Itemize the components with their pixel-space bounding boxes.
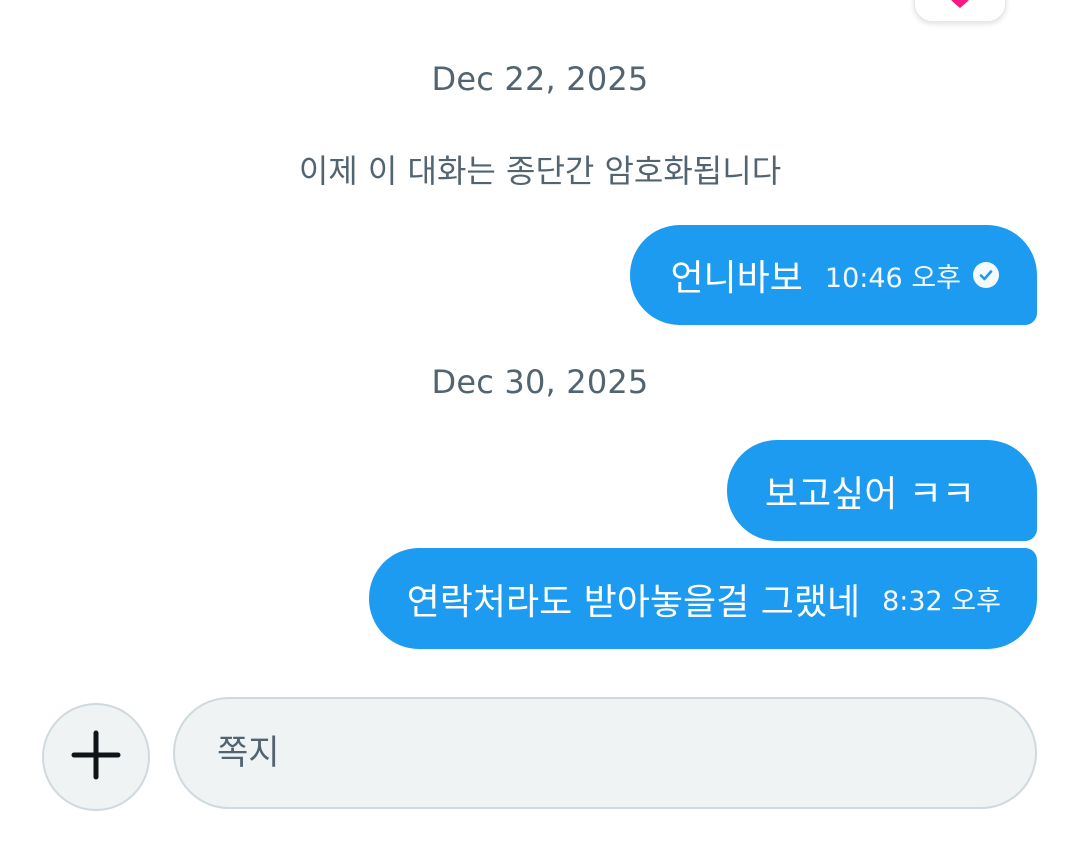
message-bubble[interactable]: 언니바보 10:46 오후: [630, 225, 1037, 325]
reaction-chip[interactable]: [914, 0, 1006, 22]
encryption-notice: 이제 이 대화는 종단간 암호화됩니다: [298, 152, 782, 190]
message-meta: 10:46 오후: [825, 256, 999, 295]
message-meta: 8:32 오후: [882, 579, 1001, 618]
message-time: 8:32 오후: [882, 586, 1001, 617]
message-time: 10:46 오후: [824, 262, 961, 294]
date-separator: Dec 30, 2025: [431, 363, 649, 401]
date-separator: Dec 22, 2025: [431, 60, 649, 98]
message-text: 연락처라도 받아놓을걸 그랬네: [406, 581, 861, 623]
plus-icon: [70, 729, 122, 785]
message-text: 언니바보: [670, 258, 803, 299]
message-composer: [0, 697, 1080, 811]
check-circle-icon: [973, 262, 999, 288]
message-input[interactable]: [173, 697, 1037, 809]
add-media-button[interactable]: [42, 703, 150, 811]
heart-icon: [943, 0, 977, 13]
message-bubble[interactable]: 연락처라도 받아놓을걸 그랬네 8:32 오후: [368, 548, 1037, 649]
message-text: 보고싶어 ㅋㅋ: [764, 473, 975, 515]
conversation-view: Dec 22, 2025 이제 이 대화는 종단간 암호화됩니다 언니바보 10…: [0, 0, 1080, 863]
message-bubble[interactable]: 보고싶어 ㅋㅋ: [726, 440, 1037, 541]
